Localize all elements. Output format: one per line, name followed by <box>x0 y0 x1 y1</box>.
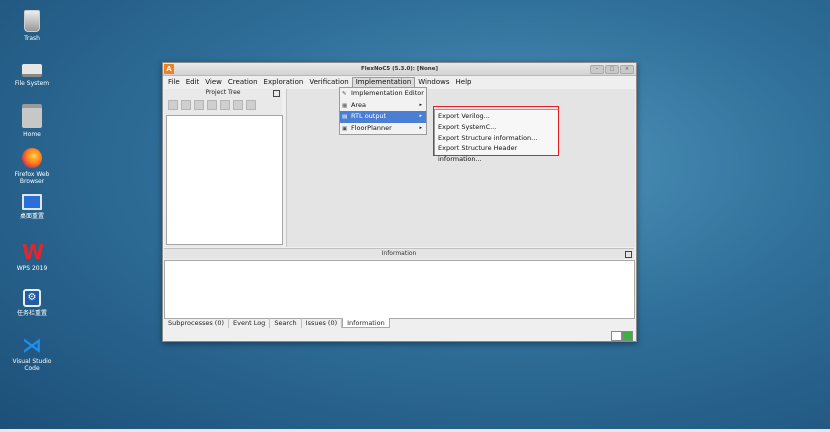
information-title: Information <box>381 250 417 257</box>
wps-icon: W <box>22 240 45 264</box>
monitor-icon <box>22 194 42 210</box>
window-title: FlexNoC5 (5.3.0): [None] <box>361 66 438 72</box>
close-button[interactable]: × <box>620 65 634 74</box>
dock-icon[interactable] <box>625 251 632 258</box>
rtl-icon: ▤ <box>342 114 348 120</box>
firefox-icon <box>22 148 42 168</box>
submenu-arrow-icon: ▸ <box>419 124 422 131</box>
grid-icon[interactable] <box>246 100 256 110</box>
maximize-button[interactable]: □ <box>605 65 619 74</box>
minimize-button[interactable]: – <box>590 65 604 74</box>
desktop-trash[interactable]: Trash <box>6 10 58 42</box>
wrench-icon: ✎ <box>342 91 347 97</box>
submenu-arrow-icon: ▸ <box>419 101 422 108</box>
status-ok-icon <box>622 331 633 341</box>
implementation-menu: ✎ Implementation Editor ▦ Area ▸ ▤ RTL o… <box>339 87 427 135</box>
menu-help[interactable]: Help <box>453 77 475 88</box>
desktop-icon-label: WPS 2019 <box>16 265 48 272</box>
menu-verification[interactable]: Verification <box>306 77 351 88</box>
project-toolbar <box>164 97 282 113</box>
menu-item-area[interactable]: ▦ Area ▸ <box>340 100 426 112</box>
desktop-firefox[interactable]: Firefox Web Browser <box>6 148 58 185</box>
trash-icon <box>24 10 40 32</box>
title-bar[interactable]: A FlexNoC5 (5.3.0): [None] – □ × <box>163 63 636 76</box>
annotation-highlight-box <box>433 106 559 156</box>
desktop-icon-label: Firefox Web Browser <box>14 171 50 185</box>
menu-item-floorplanner[interactable]: ▣ FloorPlanner ▸ <box>340 123 426 135</box>
project-tree-title: Project Tree <box>205 89 241 96</box>
desktop-wps[interactable]: W WPS 2019 <box>6 242 58 272</box>
bottom-tabs: Subprocesses (0) Event Log Search Issues… <box>164 318 390 328</box>
dock-icon[interactable] <box>273 90 280 97</box>
new-project-icon[interactable] <box>168 100 178 110</box>
menu-file[interactable]: File <box>165 77 183 88</box>
desktop-taskbar-reset[interactable]: ⚙ 任务栏重置 <box>6 289 58 317</box>
delete-icon[interactable] <box>207 100 217 110</box>
tab-search[interactable]: Search <box>270 318 302 328</box>
menu-view[interactable]: View <box>202 77 225 88</box>
settings-icon: ⚙ <box>23 289 41 307</box>
menu-implementation[interactable]: Implementation <box>351 76 416 88</box>
desktop-icon-label: Visual Studio Code <box>12 358 52 372</box>
desktop-reset[interactable]: 桌面重置 <box>6 194 58 220</box>
floorplan-icon: ▣ <box>342 125 348 132</box>
undo-icon[interactable] <box>220 100 230 110</box>
menu-item-implementation-editor[interactable]: ✎ Implementation Editor <box>340 88 426 100</box>
desktop-icon-label: Trash <box>24 35 40 42</box>
menu-edit[interactable]: Edit <box>183 77 203 88</box>
tab-issues[interactable]: Issues (0) <box>302 318 343 328</box>
project-tree-panel: Project Tree <box>164 89 283 247</box>
redo-icon[interactable] <box>233 100 243 110</box>
cut-icon[interactable] <box>181 100 191 110</box>
submenu-arrow-icon: ▸ <box>419 113 422 119</box>
desktop-home[interactable]: Home <box>6 104 58 138</box>
desktop-vscode[interactable]: ⋊ Visual Studio Code <box>6 335 58 372</box>
menu-item-rtl-output[interactable]: ▤ RTL output ▸ <box>340 111 426 123</box>
information-panel[interactable] <box>164 260 635 319</box>
status-bar <box>163 329 636 341</box>
tab-event-log[interactable]: Event Log <box>229 318 271 328</box>
tab-information[interactable]: Information <box>342 318 390 328</box>
tab-subprocesses[interactable]: Subprocesses (0) <box>164 318 230 328</box>
drive-icon <box>22 64 42 77</box>
desktop-icon-label: 任务栏重置 <box>16 310 47 317</box>
menu-exploration[interactable]: Exploration <box>261 77 307 88</box>
status-indicator <box>611 331 622 341</box>
desktop-file-system[interactable]: File System <box>6 56 58 87</box>
home-folder-icon <box>22 104 42 128</box>
desktop-icon-label: File System <box>14 80 50 87</box>
desktop-icon-label: 桌面重置 <box>19 213 44 220</box>
area-icon: ▦ <box>342 102 348 109</box>
project-tree-view[interactable] <box>166 115 283 245</box>
menu-creation[interactable]: Creation <box>225 77 261 88</box>
copy-icon[interactable] <box>194 100 204 110</box>
desktop-icon-label: Home <box>23 131 41 138</box>
menu-windows[interactable]: Windows <box>415 77 452 88</box>
vscode-icon: ⋊ <box>22 333 42 357</box>
